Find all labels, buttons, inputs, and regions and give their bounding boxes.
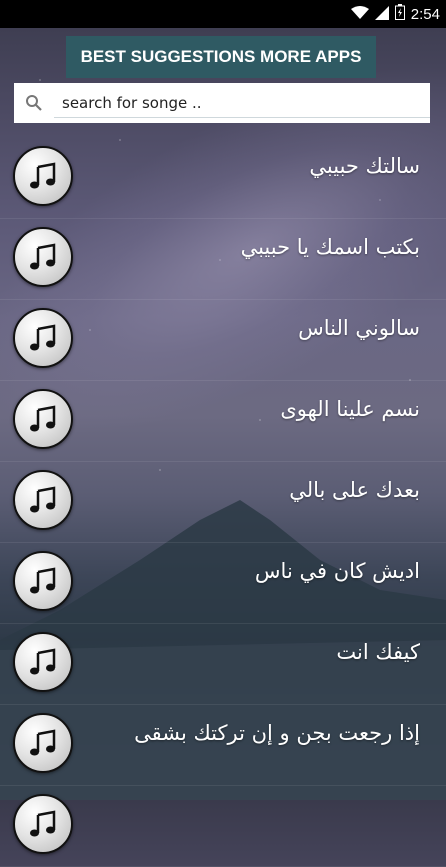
search-input[interactable] — [54, 88, 430, 118]
song-item[interactable]: كيفك انت — [0, 624, 446, 705]
battery-charging-icon — [394, 4, 405, 24]
search-icon[interactable] — [14, 94, 54, 112]
wifi-icon — [350, 5, 369, 24]
song-item[interactable] — [0, 786, 446, 867]
song-title: اديش كان في ناس — [254, 559, 420, 583]
song-title: بعدك على بالي — [289, 478, 420, 502]
song-item[interactable]: بعدك على بالي — [0, 462, 446, 543]
song-item[interactable]: نسم علينا الهوى — [0, 381, 446, 462]
music-note-icon[interactable] — [13, 794, 73, 854]
song-list: سالتك حبيبي بكتب اسمك يا حبيبي سالوني ال… — [0, 138, 446, 867]
music-note-icon[interactable] — [13, 227, 73, 287]
music-note-icon[interactable] — [13, 632, 73, 692]
music-note-icon[interactable] — [13, 713, 73, 773]
song-title: سالوني الناس — [298, 316, 420, 340]
music-note-icon[interactable] — [13, 308, 73, 368]
song-item[interactable]: بكتب اسمك يا حبيبي — [0, 219, 446, 300]
song-item[interactable]: سالتك حبيبي — [0, 138, 446, 219]
clock: 2:54 — [410, 5, 440, 23]
more-apps-button[interactable]: BEST SUGGESTIONS MORE APPS — [66, 36, 376, 78]
search-bar — [14, 83, 430, 123]
music-note-icon[interactable] — [13, 389, 73, 449]
song-title: إذا رجعت بجن و إن تركتك بشقى — [134, 721, 420, 745]
song-item[interactable]: سالوني الناس — [0, 300, 446, 381]
song-title: كيفك انت — [336, 640, 420, 664]
song-title: سالتك حبيبي — [309, 154, 420, 178]
song-item[interactable]: اديش كان في ناس — [0, 543, 446, 624]
music-note-icon[interactable] — [13, 146, 73, 206]
song-title: بكتب اسمك يا حبيبي — [240, 235, 420, 259]
music-note-icon[interactable] — [13, 470, 73, 530]
music-note-icon[interactable] — [13, 551, 73, 611]
song-title: نسم علينا الهوى — [280, 397, 420, 421]
song-item[interactable]: إذا رجعت بجن و إن تركتك بشقى — [0, 705, 446, 786]
signal-icon — [374, 5, 389, 24]
status-bar: 2:54 — [0, 0, 446, 28]
